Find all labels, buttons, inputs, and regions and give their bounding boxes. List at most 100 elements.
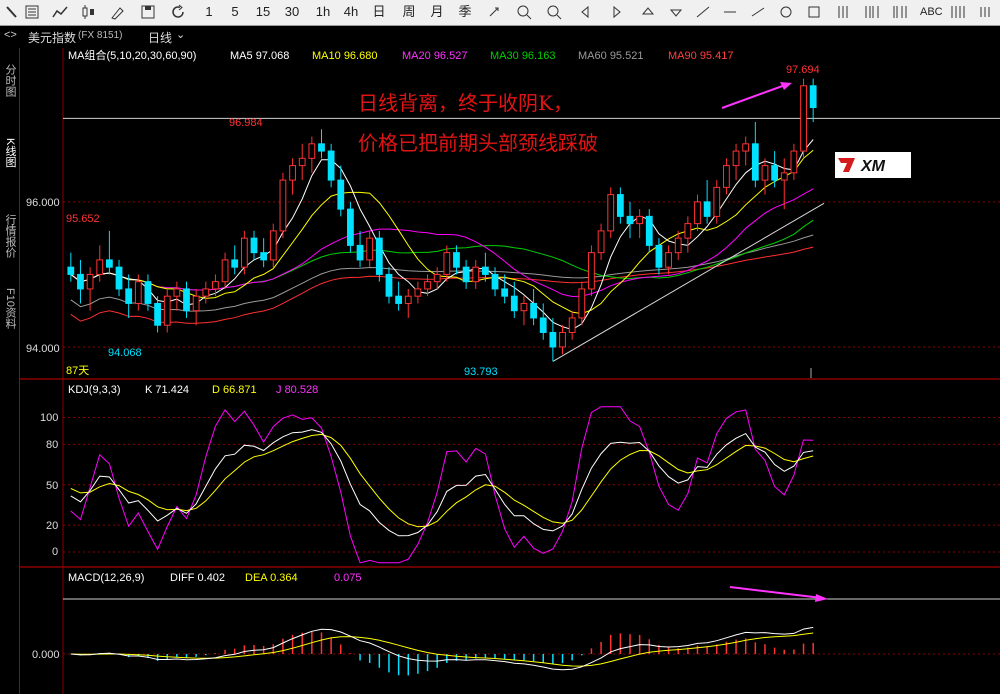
kdj-legend-title: KDJ(9,3,3) [68, 384, 121, 396]
candle-body [240, 237, 248, 268]
candle-body [790, 150, 798, 174]
dea-line [70, 632, 814, 667]
candle-body [588, 252, 595, 290]
kdj-ytick: 80 [46, 439, 58, 451]
d-legend: D 66.871 [212, 384, 257, 396]
ma90-legend: MA90 95.417 [668, 50, 733, 62]
note-line-1: 日线背离，终于收阴K， [358, 91, 573, 115]
ma30-line [70, 219, 814, 291]
chart-canvas[interactable]: MA组合(5,10,20,30,60,90) MA5 97.068 MA10 9… [0, 0, 1000, 694]
candle-body [674, 237, 682, 254]
candle-body [800, 85, 807, 152]
macd-legend: 0.075 [334, 572, 362, 584]
candle-body [607, 194, 615, 232]
k-legend: K 71.424 [145, 384, 189, 396]
candle-body [183, 288, 190, 312]
arrow-head-icon [815, 594, 828, 602]
candle-body [520, 302, 528, 312]
dea-legend: DEA 0.364 [245, 572, 298, 584]
macd-ytick: 0.000 [32, 649, 60, 661]
candle-body [655, 244, 663, 268]
candle-body [472, 266, 480, 283]
days-label: 87天 [66, 365, 89, 377]
diff-legend: DIFF 0.402 [170, 572, 225, 584]
candle-body [318, 143, 325, 152]
ma90-line [70, 246, 814, 324]
candle-body [279, 179, 287, 232]
macd-histogram [70, 368, 828, 676]
j-line [70, 406, 814, 564]
candle-body [684, 223, 692, 239]
candle-body [134, 281, 142, 304]
candle-body [366, 237, 374, 261]
macd-legend-title: MACD(12,26,9) [68, 572, 144, 584]
macd-divergence-arrow [729, 586, 823, 599]
candle-body [327, 150, 335, 181]
candle-body [385, 273, 393, 297]
candle-body [298, 157, 306, 167]
diff-line [70, 626, 814, 671]
candles [67, 78, 817, 362]
candle-body [510, 295, 518, 312]
candle-body [732, 150, 740, 167]
candle-body [202, 288, 210, 297]
candle-body [144, 281, 152, 304]
candle-body [337, 179, 345, 210]
ma60-line [70, 234, 814, 312]
candle-body [105, 259, 113, 268]
candle-body [626, 215, 634, 225]
candle-body [250, 237, 258, 254]
ma10-legend: MA10 96.680 [312, 50, 377, 62]
divergence-arrow [721, 83, 789, 109]
candle-body [597, 230, 605, 254]
kdj-ytick: 20 [46, 520, 58, 532]
candle-body [289, 165, 296, 181]
candle-body [645, 215, 653, 246]
candle-body [616, 194, 624, 217]
candle-body [192, 295, 200, 312]
ma-legend-title: MA组合(5,10,20,30,60,90) [68, 48, 196, 62]
candle-body [395, 295, 403, 304]
peak-label: 97.694 [786, 64, 820, 76]
candle-body [771, 165, 779, 181]
candle-body [269, 230, 277, 261]
candle-body [751, 143, 759, 181]
k-line [70, 429, 814, 537]
candle-body [173, 288, 181, 297]
candle-body [559, 331, 566, 348]
candle-body [414, 288, 422, 297]
candle-body [462, 266, 470, 283]
candle-body [501, 288, 509, 297]
candle-body [780, 172, 788, 181]
candle-body [481, 266, 489, 275]
kdj-lines [70, 406, 814, 564]
ma30-legend: MA30 96.163 [490, 50, 555, 62]
candle-body [568, 317, 576, 333]
candle-body [96, 259, 104, 275]
labels: MA组合(5,10,20,30,60,90) MA5 97.068 MA10 9… [26, 48, 820, 661]
candle-body [549, 331, 557, 348]
candle-body [347, 208, 354, 246]
kdj-ytick: 50 [46, 480, 58, 492]
svg-text:XM: XM [860, 158, 886, 175]
low-label-2: 93.793 [464, 366, 498, 378]
candle-body [665, 252, 672, 268]
ytick-label: 94.000 [26, 343, 60, 355]
candle-body [86, 273, 94, 290]
ma-lines [70, 139, 825, 362]
candle-body [260, 252, 268, 261]
candle-body [491, 273, 499, 290]
candle-body [212, 281, 219, 290]
j-legend: J 80.528 [276, 384, 318, 396]
candle-body [163, 295, 171, 326]
high-label: 96.984 [229, 117, 263, 129]
candle-body [424, 281, 431, 290]
candle-body [742, 143, 750, 152]
candle-body [231, 259, 239, 268]
candle-body [356, 244, 364, 261]
kdj-ytick: 0 [52, 546, 58, 558]
note-line-2: 价格已把前期头部颈线踩破 [358, 131, 598, 155]
candle-body [453, 252, 460, 268]
candle-body [77, 273, 84, 290]
candle-body [539, 317, 547, 333]
